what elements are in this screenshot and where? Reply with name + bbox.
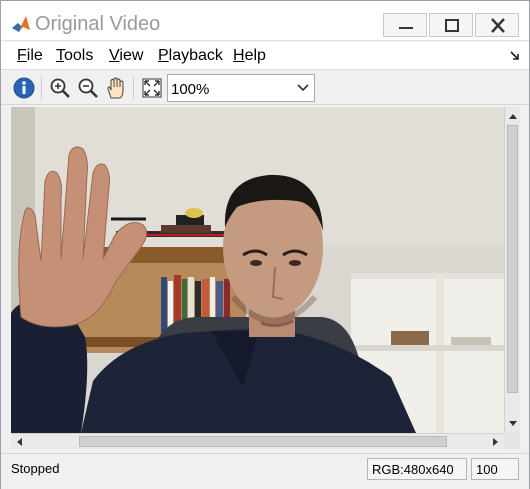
menu-tools[interactable]: Tools: [56, 47, 93, 65]
zoom-readout: 100: [471, 458, 519, 480]
horizontal-scrollbar[interactable]: [11, 433, 504, 449]
scroll-down-arrow-icon[interactable]: [505, 417, 521, 431]
video-viewer-window: Original Video File Tools View Playback …: [0, 0, 530, 489]
matlab-logo-icon: [12, 16, 30, 32]
menu-bar: File Tools View Playback Help: [1, 42, 529, 70]
scroll-up-arrow-icon[interactable]: [505, 109, 521, 123]
scrollbar-corner: [504, 433, 520, 449]
toolbar-separator: [41, 77, 42, 99]
status-bar: Stopped RGB:480x640 100: [1, 453, 529, 489]
fit-to-window-button[interactable]: [140, 76, 164, 100]
zoom-in-button[interactable]: [48, 76, 72, 100]
menu-view[interactable]: View: [109, 47, 143, 65]
pan-hand-icon: [107, 77, 124, 99]
title-bar[interactable]: Original Video: [1, 1, 529, 41]
pan-button[interactable]: [104, 76, 128, 100]
horizontal-scroll-thumb[interactable]: [79, 436, 447, 447]
zoom-level-select[interactable]: 100%: [167, 74, 315, 102]
maximize-button[interactable]: [429, 13, 473, 37]
maximize-icon: [445, 19, 459, 32]
zoom-level-value: 100%: [171, 81, 210, 98]
close-button[interactable]: [475, 13, 519, 37]
vertical-scroll-thumb[interactable]: [507, 125, 518, 393]
menu-file[interactable]: File: [17, 47, 43, 65]
close-icon: [491, 18, 505, 33]
minimize-icon: [399, 27, 413, 29]
vertical-scrollbar[interactable]: [504, 107, 520, 433]
menu-playback[interactable]: Playback: [158, 47, 223, 65]
scroll-left-arrow-icon[interactable]: [12, 434, 26, 450]
playback-status: Stopped: [11, 461, 60, 476]
zoom-out-icon: [78, 78, 98, 98]
color-info-readout: RGB:480x640: [367, 458, 467, 480]
info-icon: [13, 77, 35, 99]
scroll-right-arrow-icon[interactable]: [489, 434, 503, 450]
video-frame[interactable]: [11, 107, 504, 433]
info-button[interactable]: [12, 76, 36, 100]
toolbar: 100%: [1, 71, 529, 105]
zoom-out-button[interactable]: [76, 76, 100, 100]
chevron-down-icon: [297, 84, 309, 92]
menu-help[interactable]: Help: [233, 47, 266, 65]
window-title: Original Video: [35, 13, 161, 35]
toolbar-separator: [133, 77, 134, 99]
zoom-in-icon: [50, 78, 70, 98]
minimize-button[interactable]: [383, 13, 427, 37]
video-frame-image: [11, 107, 504, 433]
fit-to-window-icon: [142, 78, 162, 98]
dock-arrow-icon[interactable]: [509, 50, 521, 62]
